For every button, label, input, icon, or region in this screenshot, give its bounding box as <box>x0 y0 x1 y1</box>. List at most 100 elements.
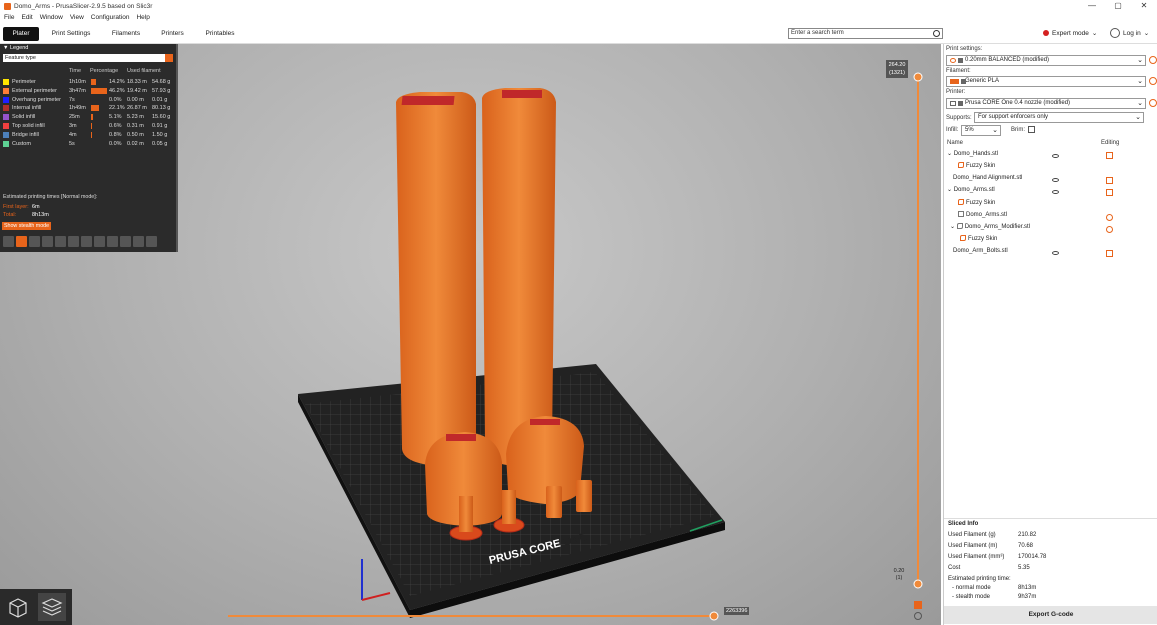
menu-configuration[interactable]: Configuration <box>91 14 130 21</box>
object-row-fuzzy-skin[interactable]: Fuzzy Skin <box>958 197 995 209</box>
menu-help[interactable]: Help <box>136 14 149 21</box>
edit-object-icon[interactable] <box>1106 250 1113 257</box>
modifier-settings-icon[interactable] <box>1106 226 1113 233</box>
object-row-fuzzy-skin[interactable]: Fuzzy Skin <box>960 233 997 245</box>
menu-bar: File Edit Window View Configuration Help <box>0 12 1157 23</box>
preview-layers-icon[interactable] <box>38 593 66 621</box>
seams-icon[interactable] <box>55 236 66 247</box>
show-stealth-mode-button[interactable]: Show stealth mode <box>2 222 52 230</box>
part-settings-icon[interactable] <box>1106 214 1113 221</box>
brim-checkbox[interactable] <box>1028 126 1035 133</box>
fuzzy-skin-icon <box>958 199 964 205</box>
minimize-button[interactable]: — <box>1079 0 1105 12</box>
menu-edit[interactable]: Edit <box>21 14 32 21</box>
legend-row[interactable]: Solid infill 25m 5.1% 5.23 m 15.60 g <box>3 113 173 121</box>
3d-viewport[interactable]: PRUSACOREONE ▼ Legend Feature type Time … <box>0 44 941 625</box>
sliced-info-panel: Sliced Info Used Filament (g) 210.82 Used… <box>944 518 1157 600</box>
supports-value: For support enforcers only <box>978 114 1049 120</box>
legend-feature-name: Perimeter <box>12 79 36 85</box>
legend-feature-name: External perimeter <box>12 87 57 94</box>
sliced-info-value: 5.35 <box>1018 565 1030 571</box>
mode-selector[interactable]: Expert mode ⌄ <box>1043 29 1097 37</box>
object-row-domo-arm-bolts[interactable]: Domo_Arm_Bolts.stl <box>953 245 1008 257</box>
edit-object-icon[interactable] <box>1106 152 1113 159</box>
object-row-domo-hand-alignment[interactable]: Domo_Hand Alignment.stl <box>953 172 1022 184</box>
legend-percentage: 22.1% <box>109 105 125 112</box>
legend-header[interactable]: ▼ Legend <box>0 44 176 53</box>
sliced-info-row: Estimated printing time: <box>948 576 1011 582</box>
custom-gcode-icon[interactable] <box>107 236 118 247</box>
eye-icon[interactable] <box>1052 178 1059 182</box>
eye-icon[interactable] <box>1052 190 1059 194</box>
edit-object-icon[interactable] <box>1106 189 1113 196</box>
object-label: Domo_Arms.stl <box>966 212 1008 218</box>
eye-icon[interactable] <box>1052 251 1059 255</box>
sliced-info-row: Used Filament (m) 70.68 <box>948 543 1033 549</box>
legend-row[interactable]: Internal infill 1h49m 22.1% 26.87 m 80.13 g <box>3 104 173 112</box>
edit-object-icon[interactable] <box>1106 177 1113 184</box>
move-slider-thumb[interactable] <box>709 611 719 621</box>
layer-top-index: (1321) <box>889 70 905 76</box>
center-of-gravity-icon[interactable] <box>120 236 131 247</box>
tool-marker-icon[interactable] <box>146 236 157 247</box>
legend-view-type-select[interactable]: Feature type <box>3 54 173 62</box>
object-row-domo-arms-part[interactable]: Domo_Arms.stl <box>958 209 1007 221</box>
object-row-fuzzy-skin[interactable]: Fuzzy Skin <box>958 160 995 172</box>
tab-printables[interactable]: Printables <box>200 27 240 41</box>
legend-color-swatch <box>3 79 9 85</box>
lock-icon <box>961 79 966 84</box>
wipe-icon[interactable] <box>16 236 27 247</box>
object-row-domo-hands[interactable]: ⌄ Domo_Hands.stl <box>947 148 998 160</box>
infill-select[interactable]: 5% ⌄ <box>961 125 1001 136</box>
object-row-domo-arms-modifier[interactable]: ⌄ Domo_Arms_Modifier.stl <box>950 221 1030 233</box>
tab-plater[interactable]: Plater <box>3 27 39 41</box>
fuzzy-skin-icon <box>960 235 966 241</box>
search-input[interactable]: Enter a search term <box>788 28 943 39</box>
legend-percentage-bar <box>91 114 93 121</box>
filament-profile-select[interactable]: Generic PLA ⌄ <box>946 76 1146 87</box>
slider-settings-icon[interactable] <box>914 612 922 620</box>
tab-filaments[interactable]: Filaments <box>106 27 146 41</box>
shells-icon[interactable] <box>133 236 144 247</box>
tab-print-settings[interactable]: Print Settings <box>46 27 96 41</box>
tab-printers[interactable]: Printers <box>155 27 190 41</box>
lock-icon <box>958 58 963 63</box>
print-settings-gear-icon[interactable] <box>1149 56 1157 64</box>
login-button[interactable]: Log in ⌄ <box>1110 28 1149 38</box>
eye-icon[interactable] <box>1052 154 1059 158</box>
deretractions-icon[interactable] <box>42 236 53 247</box>
travel-icon[interactable] <box>3 236 14 247</box>
legend-row[interactable]: Custom 5s 0.0% 0.02 m 0.05 g <box>3 140 173 148</box>
legend-row[interactable]: Bridge infill 4m 0.8% 0.50 m 1.50 g <box>3 131 173 139</box>
object-row-domo-arms[interactable]: ⌄ Domo_Arms.stl <box>947 184 995 196</box>
menu-file[interactable]: File <box>4 14 14 21</box>
retractions-icon[interactable] <box>29 236 40 247</box>
object-list-name-header: Name <box>947 140 964 146</box>
legend-grams: 0.91 g <box>152 123 168 129</box>
sliced-info-value: 9h37m <box>1018 594 1037 600</box>
print-profile-select[interactable]: 0.20mm BALANCED (modified) ⌄ <box>946 55 1146 66</box>
color-changes-icon[interactable] <box>81 236 92 247</box>
legend-row[interactable]: Perimeter 1h10m 14.2% 18.33 m 54.68 g <box>3 78 173 86</box>
legend-meters: 26.87 m <box>127 105 147 112</box>
printer-settings-gear-icon[interactable] <box>1149 99 1157 107</box>
legend-row[interactable]: Overhang perimeter 7s 0.0% 0.00 m 0.01 g <box>3 96 173 104</box>
supports-select[interactable]: For support enforcers only ⌄ <box>974 112 1144 123</box>
filament-color-swatch[interactable] <box>950 79 959 84</box>
filament-settings-gear-icon[interactable] <box>1149 77 1157 85</box>
layer-slider-top-thumb[interactable] <box>913 72 923 82</box>
3d-view-icon[interactable] <box>4 593 32 621</box>
maximize-button[interactable]: ▢ <box>1105 0 1131 12</box>
pause-prints-icon[interactable] <box>94 236 105 247</box>
printer-profile-select[interactable]: Prusa CORE One 0.4 nozzle (modified) ⌄ <box>946 98 1146 109</box>
menu-view[interactable]: View <box>70 14 84 21</box>
menu-window[interactable]: Window <box>40 14 63 21</box>
legend-row[interactable]: Top solid infill 3m 0.6% 0.31 m 0.91 g <box>3 122 173 130</box>
search-icon[interactable] <box>933 30 940 37</box>
layer-cog-icon[interactable] <box>914 601 922 609</box>
export-gcode-button[interactable]: Export G-code <box>944 606 1157 624</box>
close-button[interactable]: ✕ <box>1131 0 1157 12</box>
tool-changes-icon[interactable] <box>68 236 79 247</box>
legend-row[interactable]: External perimeter 3h47m 46.2% 19.42 m 57.93… <box>3 87 173 95</box>
layer-slider-bottom-thumb[interactable] <box>913 579 923 589</box>
